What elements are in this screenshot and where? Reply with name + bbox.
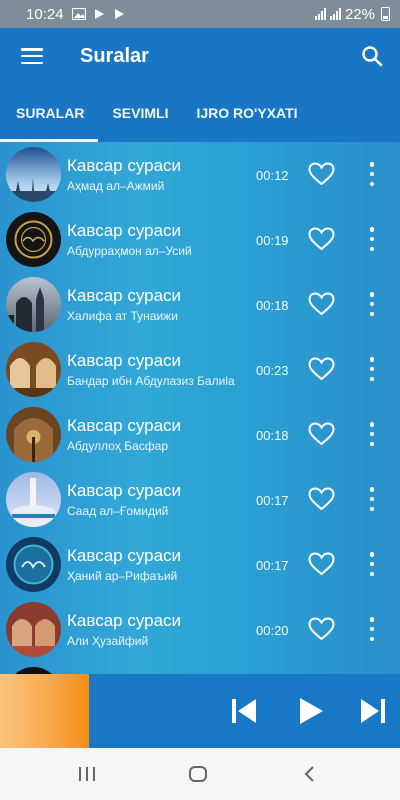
track-row[interactable]: Кавсар сураси Али Ҳузайфий 00:20 [0,597,400,662]
skip-next-icon[interactable] [358,696,388,726]
more-options-icon[interactable] [366,422,378,446]
reciter-thumbnail [6,212,61,267]
track-reciter: Ҳаний ар–Рифаъий [67,569,178,583]
track-row-partial[interactable] [0,662,400,674]
track-row[interactable]: Кавсар сураси Аҳмад ал–Ажмий 00:12 [0,142,400,207]
track-reciter: Халифа ат Тунаижи [67,309,178,323]
track-row[interactable]: Кавсар сураси Ҳаний ар–Рифаъий 00:17 [0,532,400,597]
reciter-thumbnail [6,407,61,462]
track-row[interactable]: Кавсар сураси Халифа ат Тунаижи 00:18 [0,272,400,337]
track-reciter: Абдурраҳмон ал–Усий [67,244,192,258]
reciter-thumbnail [6,342,61,397]
track-title: Кавсар сураси [67,481,182,500]
track-title: Кавсар сураси [67,416,182,435]
track-duration: 00:12 [256,168,289,183]
more-options-icon[interactable] [366,227,378,251]
back-icon[interactable] [300,764,320,784]
battery-percent: 22% [344,5,375,23]
play-icon[interactable] [296,696,326,726]
system-nav-bar [0,748,400,800]
favorite-heart-icon[interactable] [308,162,335,186]
home-icon[interactable] [188,764,208,784]
play-store-icon [94,9,104,19]
favorite-heart-icon[interactable] [308,552,335,576]
reciter-thumbnail [6,667,61,674]
signal-icon [314,8,326,20]
search-icon[interactable] [361,45,383,67]
gallery-icon [71,8,86,20]
reciter-thumbnail [6,602,61,657]
skip-previous-icon[interactable] [229,696,259,726]
favorite-heart-icon[interactable] [308,227,335,251]
reciter-thumbnail [6,537,61,592]
track-title: Кавсар сураси [67,156,182,175]
track-title: Кавсар сураси [67,221,182,240]
more-options-icon[interactable] [366,617,378,641]
track-duration: 00:17 [256,493,289,508]
track-reciter: Бандар ибн Абдулазиз Балиla [67,374,235,388]
track-row[interactable]: Кавсар сураси Саад ал–Ғомидий 00:17 [0,467,400,532]
app-title: Suralar [80,44,149,67]
track-title: Кавсар сураси [67,351,182,370]
track-reciter: Аҳмад ал–Ажмий [67,179,165,193]
status-bar: 10:24 22% [0,0,400,28]
play-notification-icon [114,9,124,19]
favorite-heart-icon[interactable] [308,487,335,511]
mini-player [0,674,400,748]
favorite-heart-icon[interactable] [308,617,335,641]
more-options-icon[interactable] [366,357,378,381]
reciter-thumbnail [6,147,61,202]
track-title: Кавсар сураси [67,286,182,305]
track-row[interactable]: Кавсар сураси Бандар ибн Абдулазиз Балиl… [0,337,400,402]
more-options-icon[interactable] [366,487,378,511]
now-playing-artwork[interactable] [0,674,89,748]
menu-icon[interactable] [21,48,43,64]
tab-suralar[interactable]: SURALAR [0,84,99,142]
reciter-thumbnail [6,472,61,527]
track-duration: 00:18 [256,428,289,443]
track-reciter: Абдуллоҳ Басфар [67,439,168,453]
status-time: 10:24 [26,5,64,23]
favorite-heart-icon[interactable] [308,422,335,446]
more-options-icon[interactable] [366,162,378,186]
more-options-icon[interactable] [366,552,378,576]
track-duration: 00:20 [256,623,289,638]
track-row[interactable]: Кавсар сураси Абдуллоҳ Басфар 00:18 [0,402,400,467]
track-row[interactable]: Кавсар сураси Абдурраҳмон ал–Усий 00:19 [0,207,400,272]
track-duration: 00:23 [256,363,289,378]
track-reciter: Али Ҳузайфий [67,634,149,648]
signal-icon-2 [329,8,341,20]
track-duration: 00:17 [256,558,289,573]
favorite-heart-icon[interactable] [308,357,335,381]
app-bar: Suralar [0,28,400,84]
favorite-heart-icon[interactable] [308,292,335,316]
track-title: Кавсар сураси [67,611,182,630]
tab-ijro-royxati[interactable]: IJRO RO'YXATI [182,84,311,142]
recent-apps-icon[interactable] [77,764,97,784]
more-options-icon[interactable] [366,292,378,316]
battery-icon [381,7,390,21]
track-reciter: Саад ал–Ғомидий [67,504,169,518]
reciter-thumbnail [6,277,61,332]
tab-sevimli[interactable]: SEVIMLI [98,84,182,142]
track-list[interactable]: Кавсар сураси Аҳмад ал–Ажмий 00:12 Кавса… [0,142,400,674]
tab-bar: SURALAR SEVIMLI IJRO RO'YXATI [0,84,400,142]
track-duration: 00:18 [256,298,289,313]
track-title: Кавсар сураси [67,546,182,565]
track-duration: 00:19 [256,233,289,248]
